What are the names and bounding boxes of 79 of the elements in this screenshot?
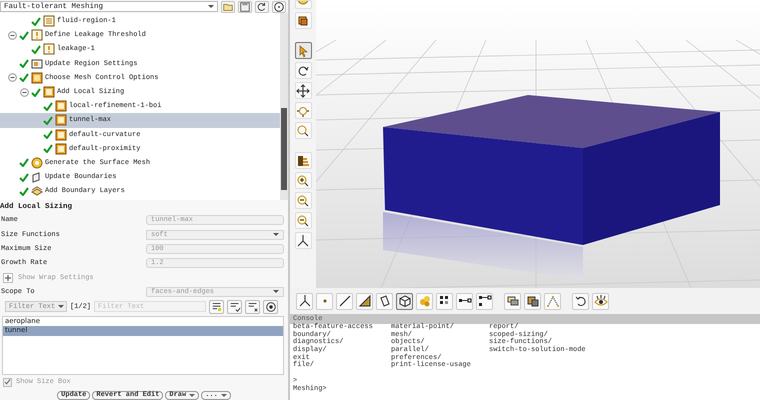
scrollbar[interactable] — [280, 13, 288, 200]
point-button[interactable] — [316, 292, 333, 310]
triangle-button[interactable] — [356, 292, 373, 310]
exclamation-icon — [43, 43, 55, 56]
cube-icon — [398, 294, 412, 308]
grid-square-icon — [31, 72, 43, 84]
eye-button[interactable] — [592, 292, 609, 310]
cube-button[interactable] — [396, 292, 413, 310]
zoom-in-icon — [296, 174, 310, 188]
axes-icon — [296, 234, 310, 248]
refresh-button[interactable] — [255, 0, 269, 12]
undo-button[interactable] — [572, 292, 589, 310]
cubes-button[interactable] — [524, 292, 541, 310]
collapse-icon[interactable] — [20, 88, 29, 97]
rotate-button[interactable] — [294, 62, 312, 79]
scroll-thumb[interactable] — [281, 108, 287, 190]
cubes-icon — [526, 294, 540, 308]
pan-icon — [296, 84, 310, 98]
zoom-out-icon — [296, 194, 310, 208]
nodes-icon — [478, 294, 492, 308]
bars-button[interactable] — [294, 152, 312, 169]
dots-button[interactable] — [436, 292, 453, 310]
edge-button[interactable] — [456, 292, 473, 310]
list-clear-button[interactable] — [245, 300, 260, 314]
zoom-out-icon — [296, 214, 310, 228]
axes-button[interactable] — [294, 232, 312, 249]
axes-button[interactable] — [296, 292, 313, 310]
gear-icon — [31, 156, 43, 169]
blobs-icon — [418, 294, 432, 308]
tag-icon — [506, 294, 520, 308]
collapse-icon[interactable] — [8, 30, 17, 40]
collapse-icon[interactable] — [8, 73, 17, 82]
cubes-button[interactable] — [294, 12, 312, 29]
pan-button[interactable] — [294, 82, 312, 99]
undo-icon — [574, 294, 588, 308]
list-clear-icon — [246, 300, 259, 313]
target-button[interactable] — [263, 300, 278, 314]
scatter-button[interactable] — [544, 292, 561, 310]
grid-square-icon — [43, 15, 55, 28]
scatter-icon — [546, 294, 560, 308]
help-icon — [273, 0, 285, 12]
target-icon — [264, 300, 277, 313]
folder-button[interactable] — [221, 0, 235, 12]
rotate-icon — [296, 64, 310, 78]
window-icon — [31, 58, 43, 70]
zoom-out-button[interactable] — [294, 212, 312, 229]
grid-square-icon — [55, 100, 67, 112]
list-button[interactable] — [209, 300, 224, 314]
zoom-button[interactable] — [294, 102, 312, 119]
list-check-icon — [228, 300, 241, 313]
grid-square-icon — [55, 114, 67, 126]
zoom-out-button[interactable] — [294, 192, 312, 209]
axes-icon — [298, 294, 312, 308]
grid-square-icon — [55, 142, 67, 155]
zoom-icon — [296, 124, 310, 138]
nodes-button[interactable] — [476, 292, 493, 310]
zoom-in-button[interactable] — [294, 172, 312, 189]
grid-square-icon — [43, 86, 55, 98]
grid-square-icon — [55, 128, 67, 141]
refresh-icon — [256, 0, 268, 12]
tag-button[interactable] — [504, 292, 521, 310]
line-icon — [338, 294, 352, 308]
exclamation-icon — [31, 29, 43, 42]
face-button[interactable] — [376, 292, 393, 310]
help-button[interactable] — [272, 0, 286, 12]
bars-icon — [296, 154, 310, 168]
line-button[interactable] — [336, 292, 353, 310]
triangle-icon — [358, 294, 372, 308]
sphere-button[interactable] — [294, 0, 312, 9]
layers-icon — [31, 185, 43, 198]
list-check-button[interactable] — [227, 300, 242, 314]
face-icon — [378, 294, 392, 308]
caret-icon — [208, 5, 214, 8]
expand-icon[interactable] — [3, 272, 13, 283]
save-button[interactable] — [238, 0, 252, 12]
cubes-icon — [296, 14, 310, 28]
pointer-button[interactable] — [294, 42, 312, 59]
eye-icon — [594, 294, 608, 308]
list-icon — [210, 300, 223, 313]
